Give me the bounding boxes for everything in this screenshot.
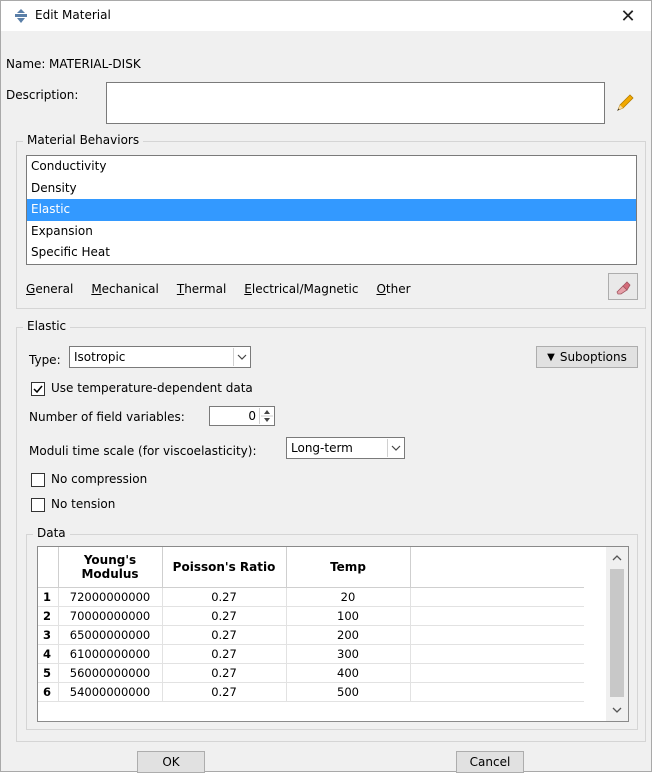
data-table[interactable]: Young's Modulus Poisson's Ratio Temp 1 7…	[37, 546, 629, 722]
column-header-poissons-ratio[interactable]: Poisson's Ratio	[162, 547, 287, 588]
description-label: Description:	[6, 88, 79, 102]
eraser-icon	[616, 280, 631, 294]
scrollbar-thumb[interactable]	[610, 569, 624, 697]
field-vars-spinner[interactable]: 0	[209, 406, 275, 426]
cancel-button[interactable]: Cancel	[456, 751, 524, 773]
cell-temp[interactable]: 300	[286, 644, 411, 664]
menu-electrical-magnetic[interactable]: Electrical/Magnetic	[244, 282, 358, 296]
behavior-menu-bar: General Mechanical Thermal Electrical/Ma…	[26, 275, 429, 303]
row-number: 3	[38, 625, 59, 645]
cell-temp[interactable]: 500	[286, 682, 411, 702]
type-label: Type:	[29, 353, 61, 367]
list-item-selected[interactable]: Elastic	[27, 199, 636, 221]
cell-youngs-modulus[interactable]: 54000000000	[58, 682, 163, 702]
cell-empty	[410, 625, 584, 645]
triangle-down-icon: ▼	[547, 351, 555, 363]
chevron-down-icon	[233, 348, 249, 366]
row-number: 1	[38, 587, 59, 607]
cell-youngs-modulus[interactable]: 56000000000	[58, 663, 163, 683]
cell-youngs-modulus[interactable]: 61000000000	[58, 644, 163, 664]
column-header-youngs-modulus[interactable]: Young's Modulus	[58, 547, 163, 588]
moduli-select[interactable]: Long-term	[286, 437, 405, 459]
cell-empty	[410, 644, 584, 664]
cell-empty	[410, 663, 584, 683]
delete-behavior-button[interactable]	[608, 273, 638, 300]
name-value: MATERIAL-DISK	[49, 57, 141, 71]
no-compression-label: No compression	[51, 472, 148, 486]
cell-poissons-ratio[interactable]: 0.27	[162, 625, 287, 645]
table-row: 2 70000000000 0.27 100	[38, 606, 584, 626]
field-vars-label: Number of field variables:	[29, 410, 185, 424]
cell-temp[interactable]: 100	[286, 606, 411, 626]
row-number: 4	[38, 644, 59, 664]
type-select[interactable]: Isotropic	[69, 346, 251, 368]
cell-temp[interactable]: 20	[286, 587, 411, 607]
spinner-arrows-icon[interactable]	[259, 408, 273, 424]
window-title: Edit Material	[35, 8, 111, 22]
row-number: 2	[38, 606, 59, 626]
no-compression-checkbox[interactable]	[31, 473, 45, 487]
cell-youngs-modulus[interactable]: 72000000000	[58, 587, 163, 607]
list-item[interactable]: Specific Heat	[27, 242, 636, 264]
no-tension-checkbox[interactable]	[31, 498, 45, 512]
cell-empty	[410, 682, 584, 702]
cell-poissons-ratio[interactable]: 0.27	[162, 682, 287, 702]
description-input[interactable]	[106, 82, 605, 124]
cell-poissons-ratio[interactable]: 0.27	[162, 644, 287, 664]
row-number: 6	[38, 682, 59, 702]
column-header-temp[interactable]: Temp	[286, 547, 411, 588]
menu-mechanical[interactable]: Mechanical	[91, 282, 159, 296]
table-row: 3 65000000000 0.27 200	[38, 625, 584, 645]
temp-dependent-checkbox[interactable]	[31, 382, 45, 396]
row-number: 5	[38, 663, 59, 683]
cell-empty	[410, 606, 584, 626]
menu-general[interactable]: General	[26, 282, 73, 296]
cell-youngs-modulus[interactable]: 65000000000	[58, 625, 163, 645]
no-tension-label: No tension	[51, 497, 116, 511]
table-scrollbar[interactable]	[606, 547, 628, 721]
material-icon	[15, 9, 27, 23]
close-icon: ✕	[620, 5, 636, 27]
data-grid: Young's Modulus Poisson's Ratio Temp 1 7…	[38, 547, 584, 702]
pencil-icon[interactable]	[613, 91, 637, 115]
list-item[interactable]: Expansion	[27, 221, 636, 243]
table-row: 6 54000000000 0.27 500	[38, 682, 584, 702]
scroll-up-icon[interactable]	[606, 549, 628, 567]
ok-button[interactable]: OK	[137, 751, 205, 773]
list-item[interactable]: Conductivity	[27, 156, 636, 178]
cell-empty	[410, 587, 584, 607]
cell-youngs-modulus[interactable]: 70000000000	[58, 606, 163, 626]
name-label: Name:	[6, 57, 46, 71]
menu-other[interactable]: Other	[376, 282, 410, 296]
list-item[interactable]: Density	[27, 178, 636, 200]
row-header-corner	[38, 547, 59, 588]
scroll-down-icon[interactable]	[606, 701, 628, 719]
cell-poissons-ratio[interactable]: 0.27	[162, 587, 287, 607]
data-group-title: Data	[33, 526, 70, 540]
cell-temp[interactable]: 400	[286, 663, 411, 683]
chevron-down-icon	[387, 439, 403, 457]
cell-poissons-ratio[interactable]: 0.27	[162, 606, 287, 626]
close-button[interactable]: ✕	[605, 1, 651, 31]
temp-dependent-label: Use temperature-dependent data	[51, 381, 253, 395]
elastic-group-title: Elastic	[23, 319, 71, 333]
table-row: 1 72000000000 0.27 20	[38, 587, 584, 607]
moduli-label: Moduli time scale (for viscoelasticity):	[29, 444, 257, 458]
title-bar[interactable]: Edit Material ✕	[1, 1, 651, 31]
table-row: 4 61000000000 0.27 300	[38, 644, 584, 664]
edit-material-dialog: Edit Material ✕ Name: MATERIAL-DISK Desc…	[0, 0, 652, 773]
cell-poissons-ratio[interactable]: 0.27	[162, 663, 287, 683]
table-row: 5 56000000000 0.27 400	[38, 663, 584, 683]
behaviors-list[interactable]: Conductivity Density Elastic Expansion S…	[26, 155, 637, 265]
material-behaviors-title: Material Behaviors	[23, 133, 144, 147]
cell-temp[interactable]: 200	[286, 625, 411, 645]
column-header-empty	[410, 547, 584, 588]
menu-thermal[interactable]: Thermal	[177, 282, 226, 296]
suboptions-button[interactable]: ▼ Suboptions	[536, 346, 638, 368]
checkmark-icon	[33, 385, 43, 394]
